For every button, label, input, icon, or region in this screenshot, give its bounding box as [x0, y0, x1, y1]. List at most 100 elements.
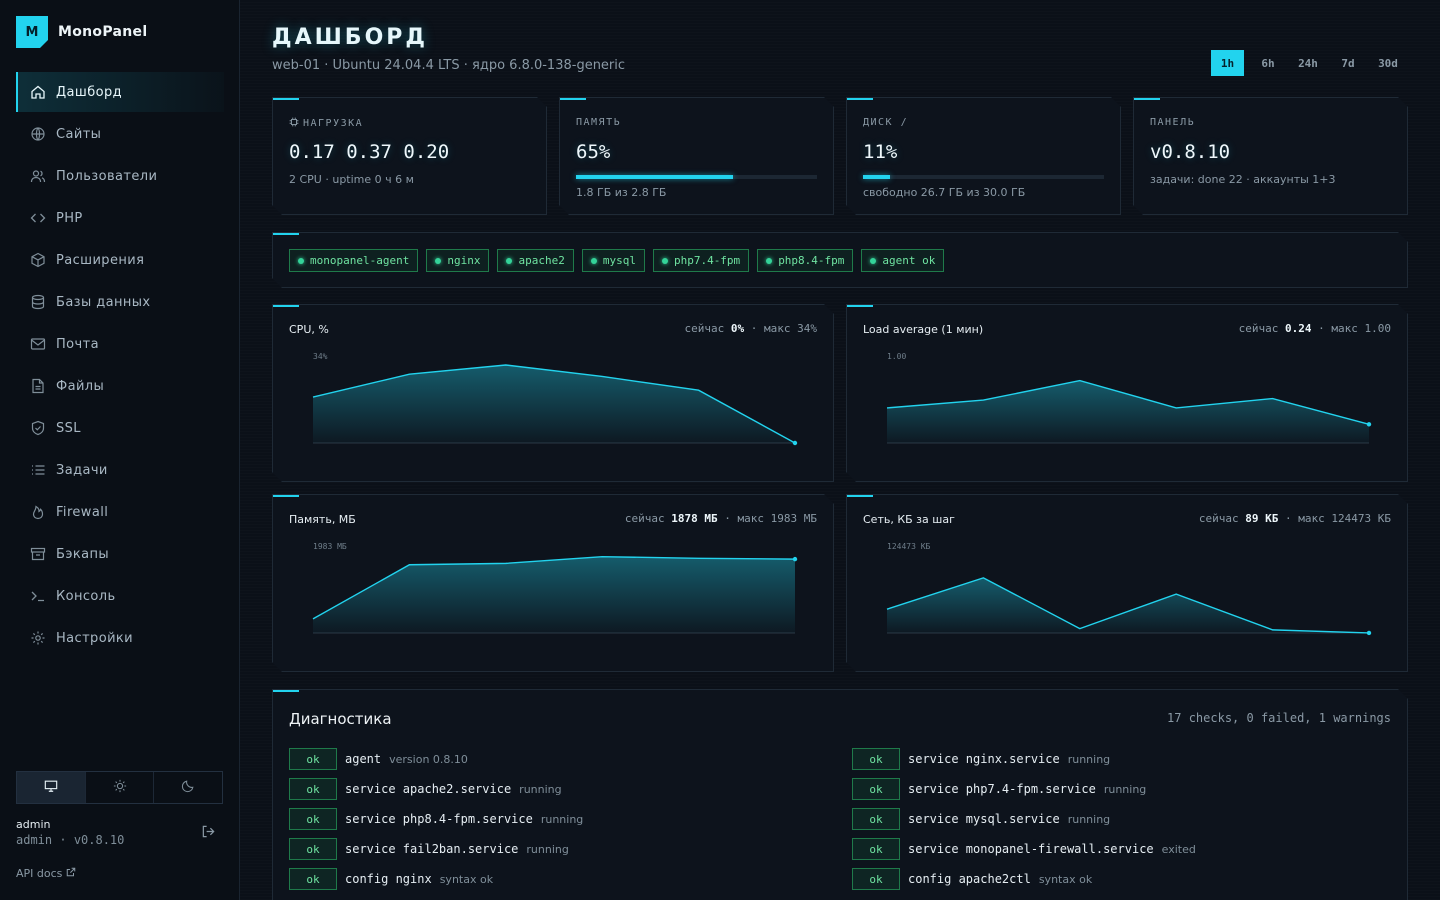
- file-icon: [30, 378, 46, 394]
- chart-point: [793, 441, 797, 445]
- home-icon: [30, 84, 46, 100]
- check-detail: running: [1067, 812, 1111, 826]
- list-icon: [30, 462, 46, 478]
- api-docs-label: API docs: [16, 867, 63, 880]
- theme-system-button[interactable]: [17, 772, 86, 803]
- user-block: admin admin · v0.8.10: [16, 818, 224, 847]
- theme-light-button[interactable]: [86, 772, 155, 803]
- check-name: service nginx.service: [908, 752, 1060, 766]
- logout-icon[interactable]: [201, 824, 216, 843]
- sidebar-item-extensions[interactable]: Расширения: [16, 239, 224, 281]
- sidebar-item-label: Бэкапы: [56, 546, 110, 562]
- sidebar-item-console[interactable]: Консоль: [16, 575, 224, 617]
- sidebar-item-php[interactable]: PHP: [16, 197, 224, 239]
- chart-peak-label: 34%: [313, 352, 328, 361]
- check-detail: running: [1103, 782, 1147, 796]
- stat-note: свободно 26.7 ГБ из 30.0 ГБ: [863, 186, 1026, 199]
- sidebar-item-label: PHP: [56, 210, 83, 226]
- status-badge: ok: [289, 868, 337, 890]
- sidebar-item-dashboard[interactable]: Дашборд: [16, 72, 224, 112]
- package-icon: [30, 252, 46, 268]
- check-name: agent: [345, 752, 382, 766]
- diagnostic-row: ok service mysql.service running: [852, 804, 1352, 834]
- range-7d-button[interactable]: 7d: [1328, 50, 1368, 76]
- stat-note: 2 CPU · uptime 0 ч 6 м: [289, 173, 414, 186]
- status-badge: ok: [289, 778, 337, 800]
- terminal-icon: [30, 588, 46, 604]
- brand[interactable]: M MonoPanel: [16, 16, 147, 48]
- services-card: monopanel-agent nginx apache2 mysql php7…: [272, 232, 1408, 288]
- archive-icon: [30, 546, 46, 562]
- stat-label: ПАМЯТЬ: [576, 117, 622, 128]
- sidebar: M MonoPanel Дашборд Сайты Пользователи P…: [0, 0, 240, 900]
- sidebar-item-tasks[interactable]: Задачи: [16, 449, 224, 491]
- sidebar-item-databases[interactable]: Базы данных: [16, 281, 224, 323]
- service-tag-label: php8.4-fpm: [778, 254, 845, 267]
- chart-point: [793, 557, 797, 561]
- diagnostic-row: ok service nginx.service running: [852, 744, 1352, 774]
- status-badge: ok: [852, 748, 900, 770]
- chart-area: [313, 557, 795, 633]
- sidebar-item-users[interactable]: Пользователи: [16, 155, 224, 197]
- check-name: config nginx: [345, 872, 432, 886]
- api-docs-link[interactable]: API docs: [16, 867, 76, 880]
- status-dot-icon: [766, 258, 772, 264]
- diagnostic-row: ok service php8.4-fpm.service running: [289, 804, 789, 834]
- check-detail: exited: [1161, 842, 1196, 856]
- sidebar-item-backups[interactable]: Бэкапы: [16, 533, 224, 575]
- range-1h-button[interactable]: 1h: [1211, 50, 1244, 76]
- status-badge: ok: [852, 778, 900, 800]
- diagnostics-card: Диагностика 17 checks, 0 failed, 1 warni…: [272, 689, 1408, 900]
- service-tag: agent ok: [861, 249, 944, 272]
- check-detail: syntax ok: [439, 872, 494, 886]
- stat-card-memory: ПАМЯТЬ 65% 1.8 ГБ из 2.8 ГБ: [559, 97, 834, 215]
- service-tag-label: apache2: [518, 254, 565, 267]
- service-tag: nginx: [426, 249, 489, 272]
- disk-progress-bar: [863, 175, 1104, 179]
- sidebar-item-settings[interactable]: Настройки: [16, 617, 224, 659]
- sidebar-item-label: Дашборд: [56, 84, 123, 100]
- moon-icon: [181, 779, 195, 797]
- memory-progress-bar: [576, 175, 817, 179]
- sidebar-item-label: Настройки: [56, 630, 134, 646]
- disk-progress-fill: [863, 175, 890, 179]
- status-badge: ok: [289, 808, 337, 830]
- sidebar-nav: Дашборд Сайты Пользователи PHP Расширени…: [16, 71, 224, 659]
- diagnostic-row: ok service php7.4-fpm.service running: [852, 774, 1352, 804]
- flame-icon: [30, 504, 46, 520]
- sidebar-item-label: Задачи: [56, 462, 108, 478]
- cpu-chip-icon: [289, 117, 299, 130]
- range-30d-button[interactable]: 30d: [1368, 50, 1408, 76]
- sidebar-item-files[interactable]: Файлы: [16, 365, 224, 407]
- stat-label: НАГРУЗКА: [289, 117, 363, 130]
- check-name: service monopanel-firewall.service: [908, 842, 1154, 856]
- brand-logo: M: [16, 16, 48, 48]
- diagnostic-row: ok service monopanel-firewall.service exit…: [852, 834, 1352, 864]
- status-badge: ok: [852, 808, 900, 830]
- sidebar-item-label: Базы данных: [56, 294, 151, 310]
- chart-peak-label: 1.00: [887, 352, 906, 361]
- host-info: web-01 · Ubuntu 24.04.4 LTS · ядро 6.8.0…: [272, 58, 626, 73]
- status-dot-icon: [298, 258, 304, 264]
- monitor-icon: [44, 779, 58, 797]
- chart-point: [1367, 422, 1371, 426]
- sidebar-item-sites[interactable]: Сайты: [16, 113, 224, 155]
- sidebar-item-label: Сайты: [56, 126, 102, 142]
- sidebar-item-mail[interactable]: Почта: [16, 323, 224, 365]
- service-tags: monopanel-agent nginx apache2 mysql php7…: [289, 249, 944, 272]
- theme-dark-button[interactable]: [154, 772, 222, 803]
- chart-card-network: Сеть, КБ за шаг сейчас 89 КБ · макс 1244…: [846, 494, 1408, 672]
- range-24h-button[interactable]: 24h: [1288, 50, 1328, 76]
- load-chart: 1.00: [847, 305, 1409, 483]
- sidebar-item-firewall[interactable]: Firewall: [16, 491, 224, 533]
- sidebar-item-label: Расширения: [56, 252, 145, 268]
- sidebar-item-ssl[interactable]: SSL: [16, 407, 224, 449]
- check-name: service php7.4-fpm.service: [908, 782, 1096, 796]
- service-tag: apache2: [497, 249, 573, 272]
- service-tag-label: monopanel-agent: [310, 254, 410, 267]
- sidebar-item-label: Файлы: [56, 378, 105, 394]
- range-6h-button[interactable]: 6h: [1248, 50, 1288, 76]
- theme-switcher: [16, 771, 223, 804]
- diagnostics-right-column: ok service nginx.service running ok service …: [852, 744, 1352, 894]
- network-chart: 124473 КБ: [847, 495, 1409, 673]
